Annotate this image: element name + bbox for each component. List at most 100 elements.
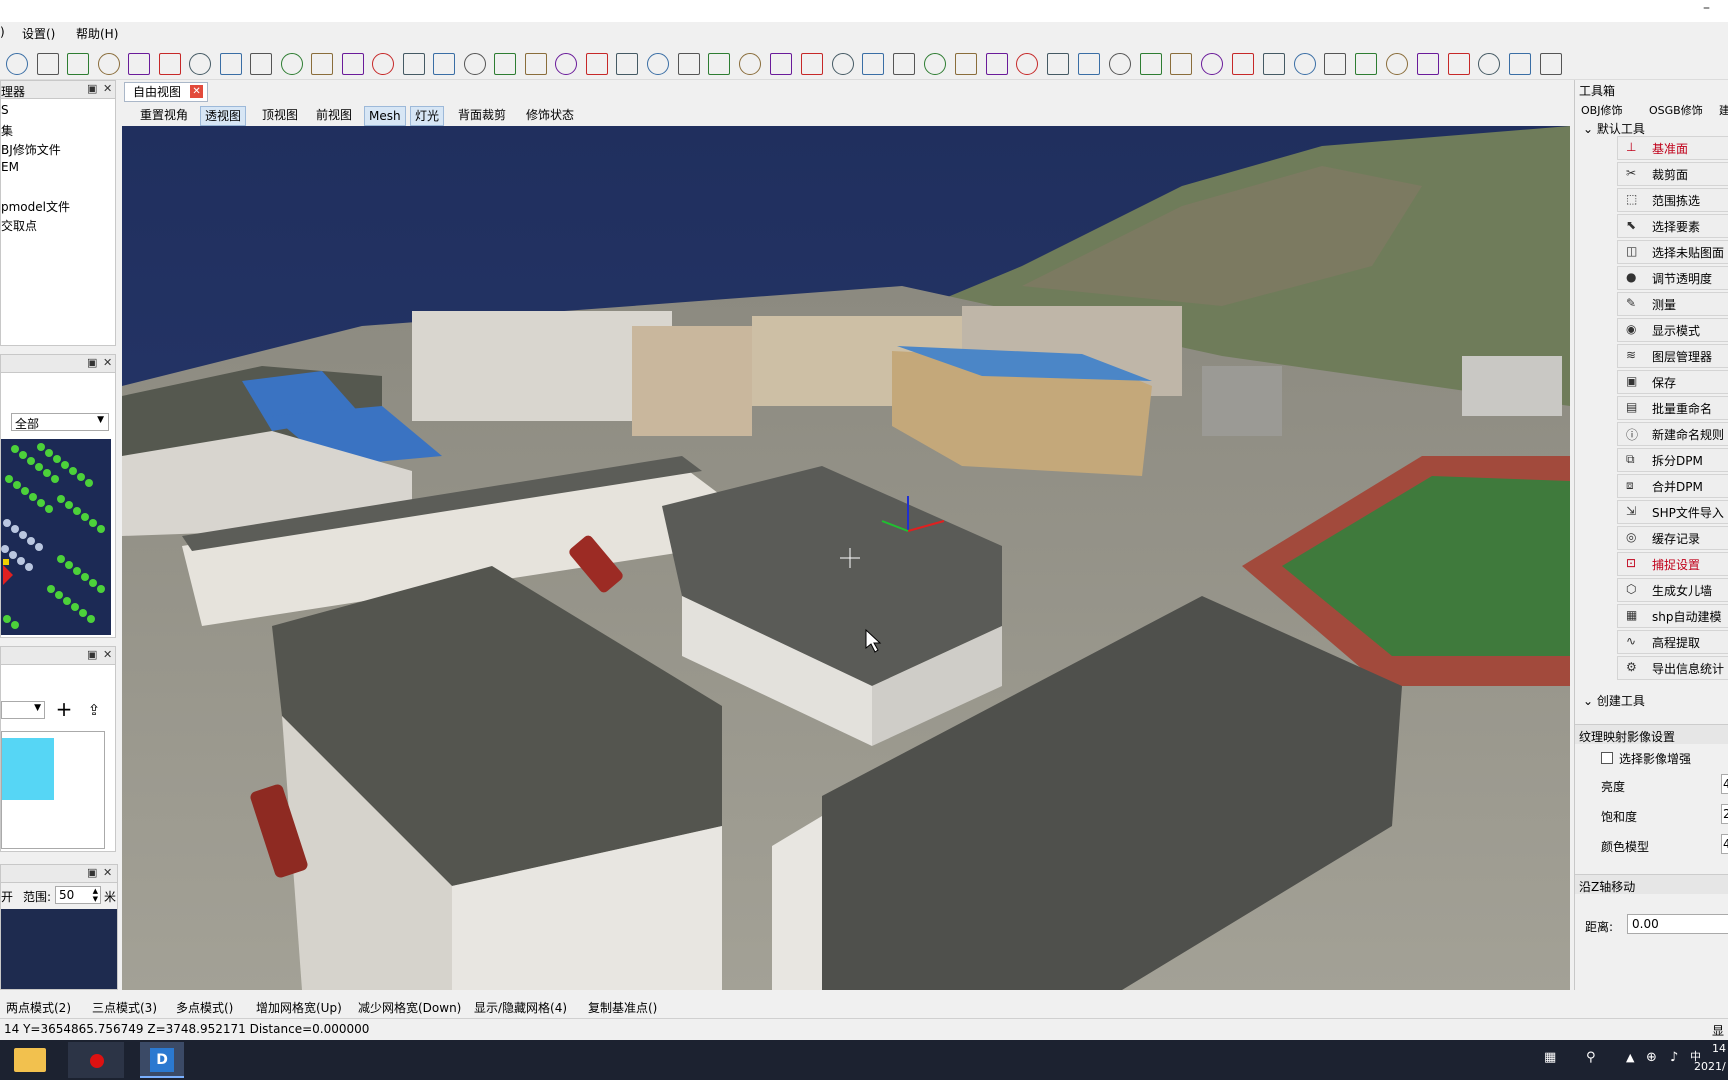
toolbar-tool-icon[interactable] xyxy=(831,53,854,75)
network-icon[interactable]: ⊕ xyxy=(1646,1050,1657,1065)
tree-item[interactable]: pmodel文件 xyxy=(1,198,70,215)
toolbar-tool-icon[interactable] xyxy=(646,53,669,75)
toolbar-tool-icon[interactable] xyxy=(1355,53,1378,75)
toggle-grid-button[interactable]: 显示/隐藏网格(4) xyxy=(474,999,567,1016)
increase-grid-button[interactable]: 增加网格宽(Up) xyxy=(256,999,342,1016)
toolbar-tool-icon[interactable] xyxy=(219,53,242,75)
tool-item[interactable]: ◉ 显示模式 xyxy=(1617,318,1728,342)
tool-item[interactable]: ≋ 图层管理器 xyxy=(1617,344,1728,368)
tool-item[interactable]: ◎ 缓存记录 xyxy=(1617,526,1728,550)
toolbar-tool-icon[interactable] xyxy=(800,53,823,75)
toolbar-tool-icon[interactable] xyxy=(1016,53,1039,75)
toolbar-tool-icon[interactable] xyxy=(494,53,516,75)
three-point-mode-button[interactable]: 三点模式(3) xyxy=(92,999,157,1016)
grid-icon[interactable]: ▦ xyxy=(1544,1050,1556,1065)
toolbar-tool-icon[interactable] xyxy=(1139,53,1162,75)
toolbar-tool-icon[interactable] xyxy=(433,53,455,75)
toolbar-tool-icon[interactable] xyxy=(341,53,364,75)
upload-icon[interactable]: ⇪ xyxy=(83,699,105,721)
toolbar-tool-icon[interactable] xyxy=(250,53,272,75)
minimize-button[interactable]: – xyxy=(1703,0,1710,16)
toolbar-tool-icon[interactable] xyxy=(402,53,425,75)
tool-item[interactable]: ◫ 选择未贴图面 xyxy=(1617,240,1728,264)
toolbar-tool-icon[interactable] xyxy=(189,53,211,75)
toolbar-tool-icon[interactable] xyxy=(555,53,577,75)
close-icon[interactable]: ✕ xyxy=(103,82,112,95)
close-tab-icon[interactable]: ✕ xyxy=(190,85,204,98)
toolbar-tool-icon[interactable] xyxy=(1262,53,1285,75)
toolbar-tool-icon[interactable] xyxy=(708,53,731,75)
distance-input[interactable]: 0.00 xyxy=(1627,914,1728,934)
style-select[interactable]: ▼ xyxy=(1,701,45,719)
copy-datum-button[interactable]: 复制基准点() xyxy=(588,999,657,1016)
toolbar-tool-icon[interactable] xyxy=(1232,53,1254,75)
clock-time[interactable]: 14 xyxy=(1712,1042,1726,1055)
tool-item[interactable]: ● 调节透明度 xyxy=(1617,266,1728,290)
toolbar-tool-icon[interactable] xyxy=(1293,53,1316,75)
color-model-input[interactable]: 4 xyxy=(1721,834,1728,854)
menu-item-help[interactable]: 帮助(H) xyxy=(76,25,118,42)
toolbar-tool-icon[interactable] xyxy=(1078,53,1100,75)
group-create-tools[interactable]: ⌄ 创建工具 xyxy=(1583,692,1645,709)
toolbar-tool-icon[interactable] xyxy=(1108,53,1131,75)
tool-item[interactable]: ∿ 高程提取 xyxy=(1617,630,1728,654)
brightness-input[interactable]: 4 xyxy=(1721,774,1728,794)
spin-arrows-icon[interactable]: ▲ ▼ xyxy=(93,887,98,903)
edit-status-button[interactable]: 修饰状态 xyxy=(522,106,578,124)
toolbar-tool-icon[interactable] xyxy=(1509,53,1532,75)
tool-item[interactable]: ✂ 裁剪面 xyxy=(1617,162,1728,186)
toolbar-tool-icon[interactable] xyxy=(893,53,916,75)
toolbar-tool-icon[interactable] xyxy=(97,53,120,75)
toolbar-tool-icon[interactable] xyxy=(1478,53,1501,75)
perspective-view-button[interactable]: 透视图 xyxy=(200,106,247,126)
toolbar-tool-icon[interactable] xyxy=(739,53,762,75)
tool-item[interactable]: ▤ 批量重命名 xyxy=(1617,396,1728,420)
float-icon[interactable]: ▣ xyxy=(87,648,97,661)
toolbar-tool-icon[interactable] xyxy=(1324,53,1347,75)
top-view-button[interactable]: 顶视图 xyxy=(258,106,302,124)
tool-item[interactable]: ⧉ 拆分DPM xyxy=(1617,448,1728,472)
toolbar-tool-icon[interactable] xyxy=(862,53,885,75)
toolbar-tool-icon[interactable] xyxy=(616,53,638,75)
two-point-mode-button[interactable]: 两点模式(2) xyxy=(6,999,71,1016)
tree-item[interactable]: 集 xyxy=(1,122,13,139)
decrease-grid-button[interactable]: 减少网格宽(Down) xyxy=(358,999,461,1016)
toolbar-tool-icon[interactable] xyxy=(677,53,700,75)
taskbar-app-active[interactable]: D xyxy=(140,1042,184,1078)
toolbar-tool-icon[interactable] xyxy=(1416,53,1439,75)
toolbar-tool-icon[interactable] xyxy=(372,53,394,75)
menu-item-edge[interactable]: ) xyxy=(0,25,5,39)
toolbar-tool-icon[interactable] xyxy=(770,53,792,75)
volume-icon[interactable]: ♪ xyxy=(1670,1050,1678,1065)
tool-item[interactable]: ⓘ 新建命名规则 xyxy=(1617,422,1728,446)
light-toggle-button[interactable]: 灯光 xyxy=(410,106,445,126)
toolbar-tool-icon[interactable] xyxy=(524,53,547,75)
toolbar-tool-icon[interactable] xyxy=(985,53,1008,75)
close-icon[interactable]: ✕ xyxy=(103,866,112,879)
saturation-input[interactable]: 2 xyxy=(1721,804,1728,824)
clock-date[interactable]: 2021/ xyxy=(1694,1060,1726,1073)
toolbar-tool-icon[interactable] xyxy=(1201,53,1224,75)
tree-item[interactable]: 交取点 xyxy=(1,217,37,234)
tool-item[interactable]: ✎ 测量 xyxy=(1617,292,1728,316)
taskbar-app[interactable] xyxy=(68,1042,124,1078)
tool-item[interactable]: ▣ 保存 xyxy=(1617,370,1728,394)
tool-item[interactable]: ⊡ 捕捉设置 xyxy=(1617,552,1728,576)
toolbar-tool-icon[interactable] xyxy=(1447,53,1470,75)
float-icon[interactable]: ▣ xyxy=(87,82,97,95)
float-icon[interactable]: ▣ xyxy=(87,356,97,369)
tool-item[interactable]: ⊥ 基准面 xyxy=(1617,136,1728,160)
people-icon[interactable]: ⚲ xyxy=(1586,1050,1596,1065)
tab-free-view[interactable]: 自由视图 ✕ xyxy=(124,82,209,102)
toolbar-tool-icon[interactable] xyxy=(311,53,333,75)
front-view-button[interactable]: 前视图 xyxy=(312,106,356,124)
toolbar-tool-icon[interactable] xyxy=(6,53,28,75)
toolbar-tool-icon[interactable] xyxy=(1540,53,1562,75)
range-spinbox[interactable]: 50 ▲ ▼ xyxy=(55,886,101,904)
tool-item[interactable]: ⬚ 范围拣选 xyxy=(1617,188,1728,212)
tool-item[interactable]: ⧈ 合并DPM xyxy=(1617,474,1728,498)
add-icon[interactable]: + xyxy=(53,699,75,721)
toolbar-tool-icon[interactable] xyxy=(1047,53,1070,75)
tool-item[interactable]: ⚙ 导出信息统计 xyxy=(1617,656,1728,680)
file-explorer-icon[interactable] xyxy=(14,1048,46,1072)
